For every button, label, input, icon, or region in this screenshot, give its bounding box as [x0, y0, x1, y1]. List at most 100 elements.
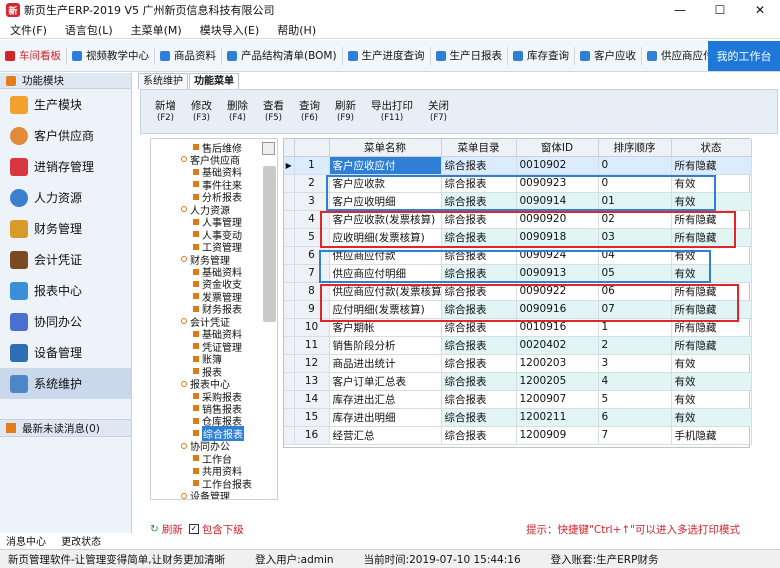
- cell-form-id[interactable]: 1200907: [516, 390, 599, 409]
- sidebar-item-reports[interactable]: 报表中心: [0, 275, 131, 306]
- menu-language[interactable]: 语言包(L): [65, 22, 113, 38]
- cell-row-number[interactable]: 14: [294, 390, 330, 409]
- table-row[interactable]: 13 客户订单汇总表 综合报表 1200205 4 有效: [284, 372, 752, 391]
- cell-row-number[interactable]: 1: [294, 156, 330, 175]
- cell-sort-order[interactable]: 5: [598, 390, 672, 409]
- quick-product-data[interactable]: 商品资料: [155, 44, 221, 68]
- cell-menu-name[interactable]: 经营汇总: [329, 426, 442, 445]
- refresh-button[interactable]: 刷新 (F9): [335, 100, 356, 124]
- cell-sort-order[interactable]: 3: [598, 354, 672, 373]
- cell-menu-directory[interactable]: 综合报表: [441, 390, 517, 409]
- cell-menu-directory[interactable]: 综合报表: [441, 408, 517, 427]
- sidebar-item-collaboration[interactable]: 协同办公: [0, 306, 131, 337]
- cell-status[interactable]: 有效: [671, 408, 752, 427]
- add-button[interactable]: 新增 (F2): [155, 100, 176, 124]
- refresh-link[interactable]: 刷新: [162, 522, 183, 537]
- quick-receivable[interactable]: 客户应收: [575, 44, 641, 68]
- unread-messages[interactable]: 最新未读消息(0): [0, 419, 131, 437]
- menu-import[interactable]: 模块导入(E): [200, 22, 260, 38]
- cell-menu-directory[interactable]: 综合报表: [441, 426, 517, 445]
- cell-menu-directory[interactable]: 综合报表: [441, 372, 517, 391]
- sidebar-item-equipment[interactable]: 设备管理: [0, 337, 131, 368]
- quick-bom[interactable]: 产品结构清单(BOM): [222, 44, 342, 68]
- cell-row-number[interactable]: 2: [294, 174, 330, 193]
- table-row[interactable]: 15 库存进出明细 综合报表 1200211 6 有效: [284, 408, 752, 427]
- query-button[interactable]: 查询 (F6): [299, 100, 320, 124]
- sidebar-item-production[interactable]: 生产模块: [0, 89, 131, 120]
- cell-menu-name[interactable]: 销售阶段分析: [329, 336, 442, 355]
- maximize-icon[interactable]: ☐: [700, 0, 740, 20]
- table-row[interactable]: 11 销售阶段分析 综合报表 0020402 2 所有隐藏: [284, 336, 752, 355]
- cell-row-number[interactable]: 3: [294, 192, 330, 211]
- tab-system-maintenance[interactable]: 系统维护: [138, 73, 188, 89]
- cell-sort-order[interactable]: 4: [598, 372, 672, 391]
- cell-row-number[interactable]: 11: [294, 336, 330, 355]
- tree-scrollbar[interactable]: [263, 166, 276, 322]
- table-row[interactable]: 16 经营汇总 综合报表 1200909 7 手机隐藏: [284, 426, 752, 445]
- cell-menu-name[interactable]: 客户应收应付: [329, 156, 442, 175]
- cell-form-id[interactable]: 0020402: [516, 336, 599, 355]
- cell-form-id[interactable]: 1200203: [516, 354, 599, 373]
- quick-daily-report[interactable]: 生产日报表: [431, 44, 508, 68]
- header-menu-directory[interactable]: 菜单目录: [441, 139, 517, 157]
- cell-menu-name[interactable]: 客户订单汇总表: [329, 372, 442, 391]
- quick-progress[interactable]: 生产进度查询: [343, 44, 430, 68]
- message-center-link[interactable]: 消息中心: [6, 537, 46, 548]
- header-menu-name[interactable]: 菜单名称: [329, 139, 442, 157]
- table-row[interactable]: 12 商品进出统计 综合报表 1200203 3 有效: [284, 354, 752, 373]
- delete-button[interactable]: 删除 (F4): [227, 100, 248, 124]
- cell-status[interactable]: 有效: [671, 354, 752, 373]
- sidebar-item-voucher[interactable]: 会计凭证: [0, 244, 131, 275]
- cell-menu-directory[interactable]: 综合报表: [441, 336, 517, 355]
- cell-sort-order[interactable]: 6: [598, 408, 672, 427]
- header-status[interactable]: 状态: [671, 139, 752, 157]
- cell-form-id[interactable]: 1200205: [516, 372, 599, 391]
- sidebar-item-system[interactable]: 系统维护: [0, 368, 131, 399]
- header-form-id[interactable]: 窗体ID: [516, 139, 599, 157]
- view-button[interactable]: 查看 (F5): [263, 100, 284, 124]
- cell-form-id[interactable]: 0010902: [516, 156, 599, 175]
- cell-status[interactable]: 所有隐藏: [671, 156, 752, 175]
- sidebar-item-finance[interactable]: 财务管理: [0, 213, 131, 244]
- export-print-button[interactable]: 导出打印 (F11): [371, 100, 413, 124]
- minimize-icon[interactable]: —: [660, 0, 700, 20]
- cell-menu-directory[interactable]: 综合报表: [441, 156, 517, 175]
- close-button[interactable]: 关闭 (F7): [428, 100, 449, 124]
- quick-stock-query[interactable]: 库存查询: [508, 44, 574, 68]
- close-icon[interactable]: ✕: [740, 0, 780, 20]
- table-row[interactable]: ▶ 1 客户应收应付 综合报表 0010902 0 所有隐藏: [284, 156, 752, 175]
- quick-workshop-board[interactable]: 车间看板: [0, 44, 66, 68]
- sidebar-item-inventory[interactable]: 进销存管理: [0, 151, 131, 182]
- cell-sort-order[interactable]: 7: [598, 426, 672, 445]
- print-icon[interactable]: [262, 142, 275, 155]
- cell-status[interactable]: 所有隐藏: [671, 336, 752, 355]
- cell-status[interactable]: 手机隐藏: [671, 426, 752, 445]
- tree-folder[interactable]: 设备管理: [181, 490, 230, 499]
- sidebar-item-hr[interactable]: 人力资源: [0, 182, 131, 213]
- sidebar-item-customer-supplier[interactable]: 客户供应商: [0, 120, 131, 151]
- change-status-link[interactable]: 更改状态: [61, 537, 101, 548]
- cell-row-number[interactable]: 16: [294, 426, 330, 445]
- cell-menu-name[interactable]: 库存进出明细: [329, 408, 442, 427]
- cell-status[interactable]: 有效: [671, 390, 752, 409]
- my-workbench-button[interactable]: 我的工作台: [708, 41, 780, 71]
- cell-row-number[interactable]: 15: [294, 408, 330, 427]
- cell-menu-directory[interactable]: 综合报表: [441, 354, 517, 373]
- edit-button[interactable]: 修改 (F3): [191, 100, 212, 124]
- cell-form-id[interactable]: 1200909: [516, 426, 599, 445]
- header-sort-order[interactable]: 排序顺序: [598, 139, 672, 157]
- table-row[interactable]: 14 库存进出汇总 综合报表 1200907 5 有效: [284, 390, 752, 409]
- cell-form-id[interactable]: 1200211: [516, 408, 599, 427]
- menu-file[interactable]: 文件(F): [10, 22, 47, 38]
- cell-sort-order[interactable]: 2: [598, 336, 672, 355]
- cell-menu-name[interactable]: 库存进出汇总: [329, 390, 442, 409]
- cell-sort-order[interactable]: 0: [598, 156, 672, 175]
- cell-row-number[interactable]: 13: [294, 372, 330, 391]
- quick-video-center[interactable]: 视频教学中心: [67, 44, 154, 68]
- menu-help[interactable]: 帮助(H): [277, 22, 316, 38]
- cell-menu-name[interactable]: 商品进出统计: [329, 354, 442, 373]
- cell-status[interactable]: 有效: [671, 372, 752, 391]
- include-sub-checkbox[interactable]: ✓: [188, 524, 199, 534]
- menu-main[interactable]: 主菜单(M): [131, 22, 182, 38]
- tab-function-menu[interactable]: 功能菜单: [189, 73, 239, 89]
